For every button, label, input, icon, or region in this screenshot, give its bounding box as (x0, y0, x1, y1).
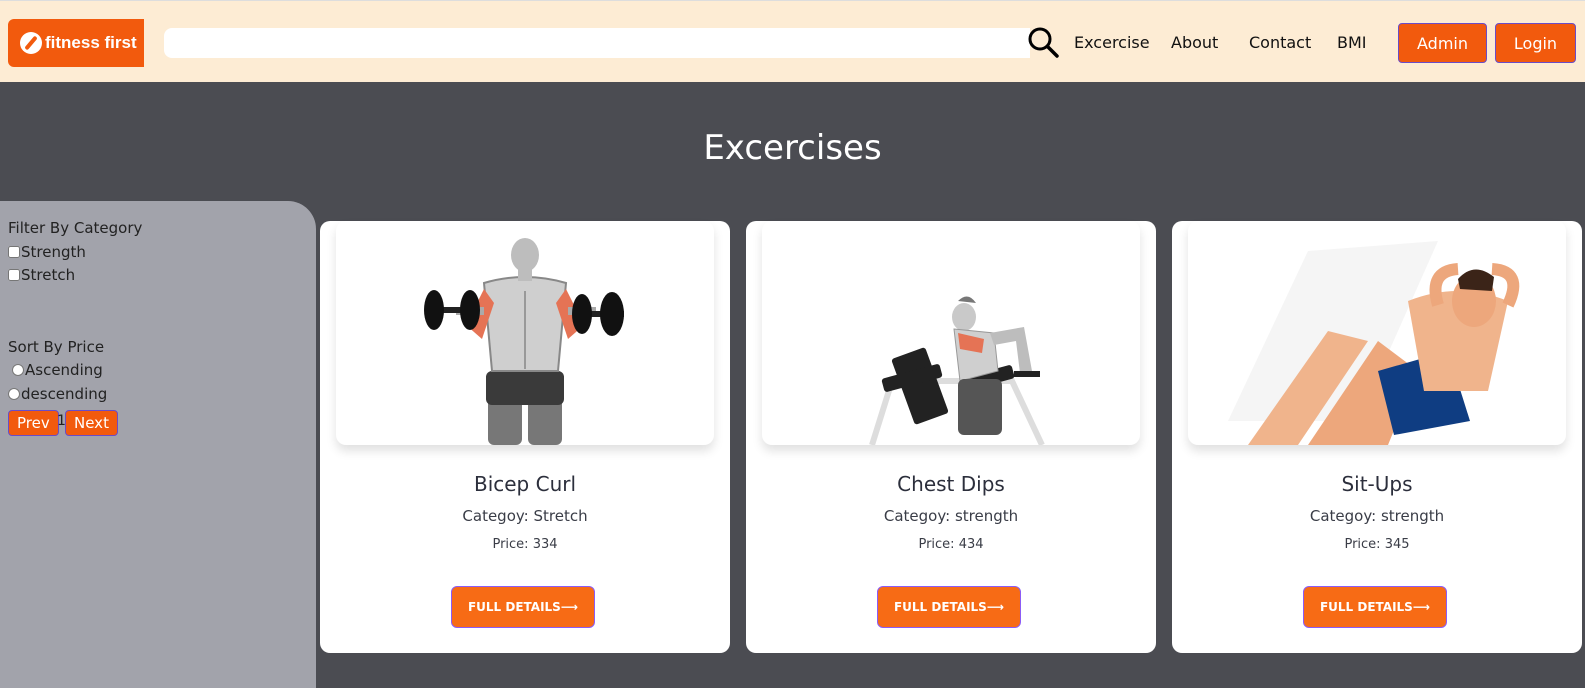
ascending-radio[interactable] (12, 364, 24, 376)
exercise-price: Price: 434 (918, 537, 984, 552)
exercise-price: Price: 334 (492, 537, 558, 552)
top-navbar: fitness first Excercise About Contact BM… (0, 0, 1585, 82)
compass-logo-icon (20, 32, 42, 54)
exercise-card: Sit-Ups Categoy: strength Price: 345 FUL… (1172, 221, 1582, 653)
category-label-stretch: Stretch (21, 266, 76, 284)
sort-heading: Sort By Price (8, 338, 105, 356)
stretch-checkbox[interactable] (8, 269, 20, 281)
filter-sidebar: Filter By Category Strength Stretch Sort… (0, 201, 316, 688)
admin-button[interactable]: Admin (1398, 23, 1487, 63)
nav-link-about[interactable]: About (1171, 33, 1218, 52)
brand-logo-text: fitness first (45, 33, 137, 52)
filter-heading: Filter By Category (8, 219, 143, 237)
full-details-button[interactable]: FULL DETAILS⟶ (451, 586, 595, 628)
search-button[interactable] (1026, 25, 1060, 61)
exercise-card: Bicep Curl Categoy: Stretch Price: 334 F… (320, 221, 730, 653)
login-button[interactable]: Login (1495, 23, 1576, 63)
descending-radio[interactable] (8, 388, 20, 400)
page-title: Excercises (703, 128, 882, 168)
nav-link-excercise[interactable]: Excercise (1074, 33, 1150, 52)
chest-dips-illustration (869, 296, 1045, 445)
category-label-strength: Strength (21, 243, 86, 261)
exercise-price: Price: 345 (1344, 537, 1410, 552)
bicep-curl-illustration (424, 238, 624, 445)
exercise-title: Chest Dips (897, 472, 1005, 496)
nav-link-contact[interactable]: Contact (1249, 33, 1311, 52)
exercise-image-sit-ups (1188, 221, 1566, 445)
full-details-button[interactable]: FULL DETAILS⟶ (877, 586, 1021, 628)
search-icon (1028, 27, 1059, 58)
sit-ups-illustration (1228, 241, 1520, 445)
exercise-category: Categoy: strength (883, 507, 1019, 525)
brand-logo[interactable]: fitness first (8, 19, 144, 67)
exercise-title: Bicep Curl (473, 472, 577, 496)
exercise-image-chest-dips (762, 221, 1140, 445)
exercise-title: Sit-Ups (1341, 472, 1413, 496)
next-page-button[interactable]: Next (65, 410, 118, 436)
exercise-category: Categoy: Stretch (462, 507, 588, 525)
prev-page-button[interactable]: Prev (8, 410, 59, 436)
sort-label-ascending: Ascending (25, 361, 103, 379)
nav-link-bmi[interactable]: BMI (1337, 33, 1367, 52)
sort-option-descending[interactable]: descending (8, 385, 107, 403)
sort-label-descending: descending (21, 385, 108, 403)
exercise-card: Chest Dips Categoy: strength Price: 434 … (746, 221, 1156, 653)
category-option-stretch[interactable]: Stretch (8, 266, 75, 284)
sort-option-ascending[interactable]: Ascending (12, 361, 103, 379)
exercise-image-bicep-curl (336, 221, 714, 445)
category-option-strength[interactable]: Strength (8, 243, 86, 261)
search-input[interactable] (164, 28, 1030, 58)
exercise-category: Categoy: strength (1309, 507, 1445, 525)
strength-checkbox[interactable] (8, 246, 20, 258)
full-details-button[interactable]: FULL DETAILS⟶ (1303, 586, 1447, 628)
